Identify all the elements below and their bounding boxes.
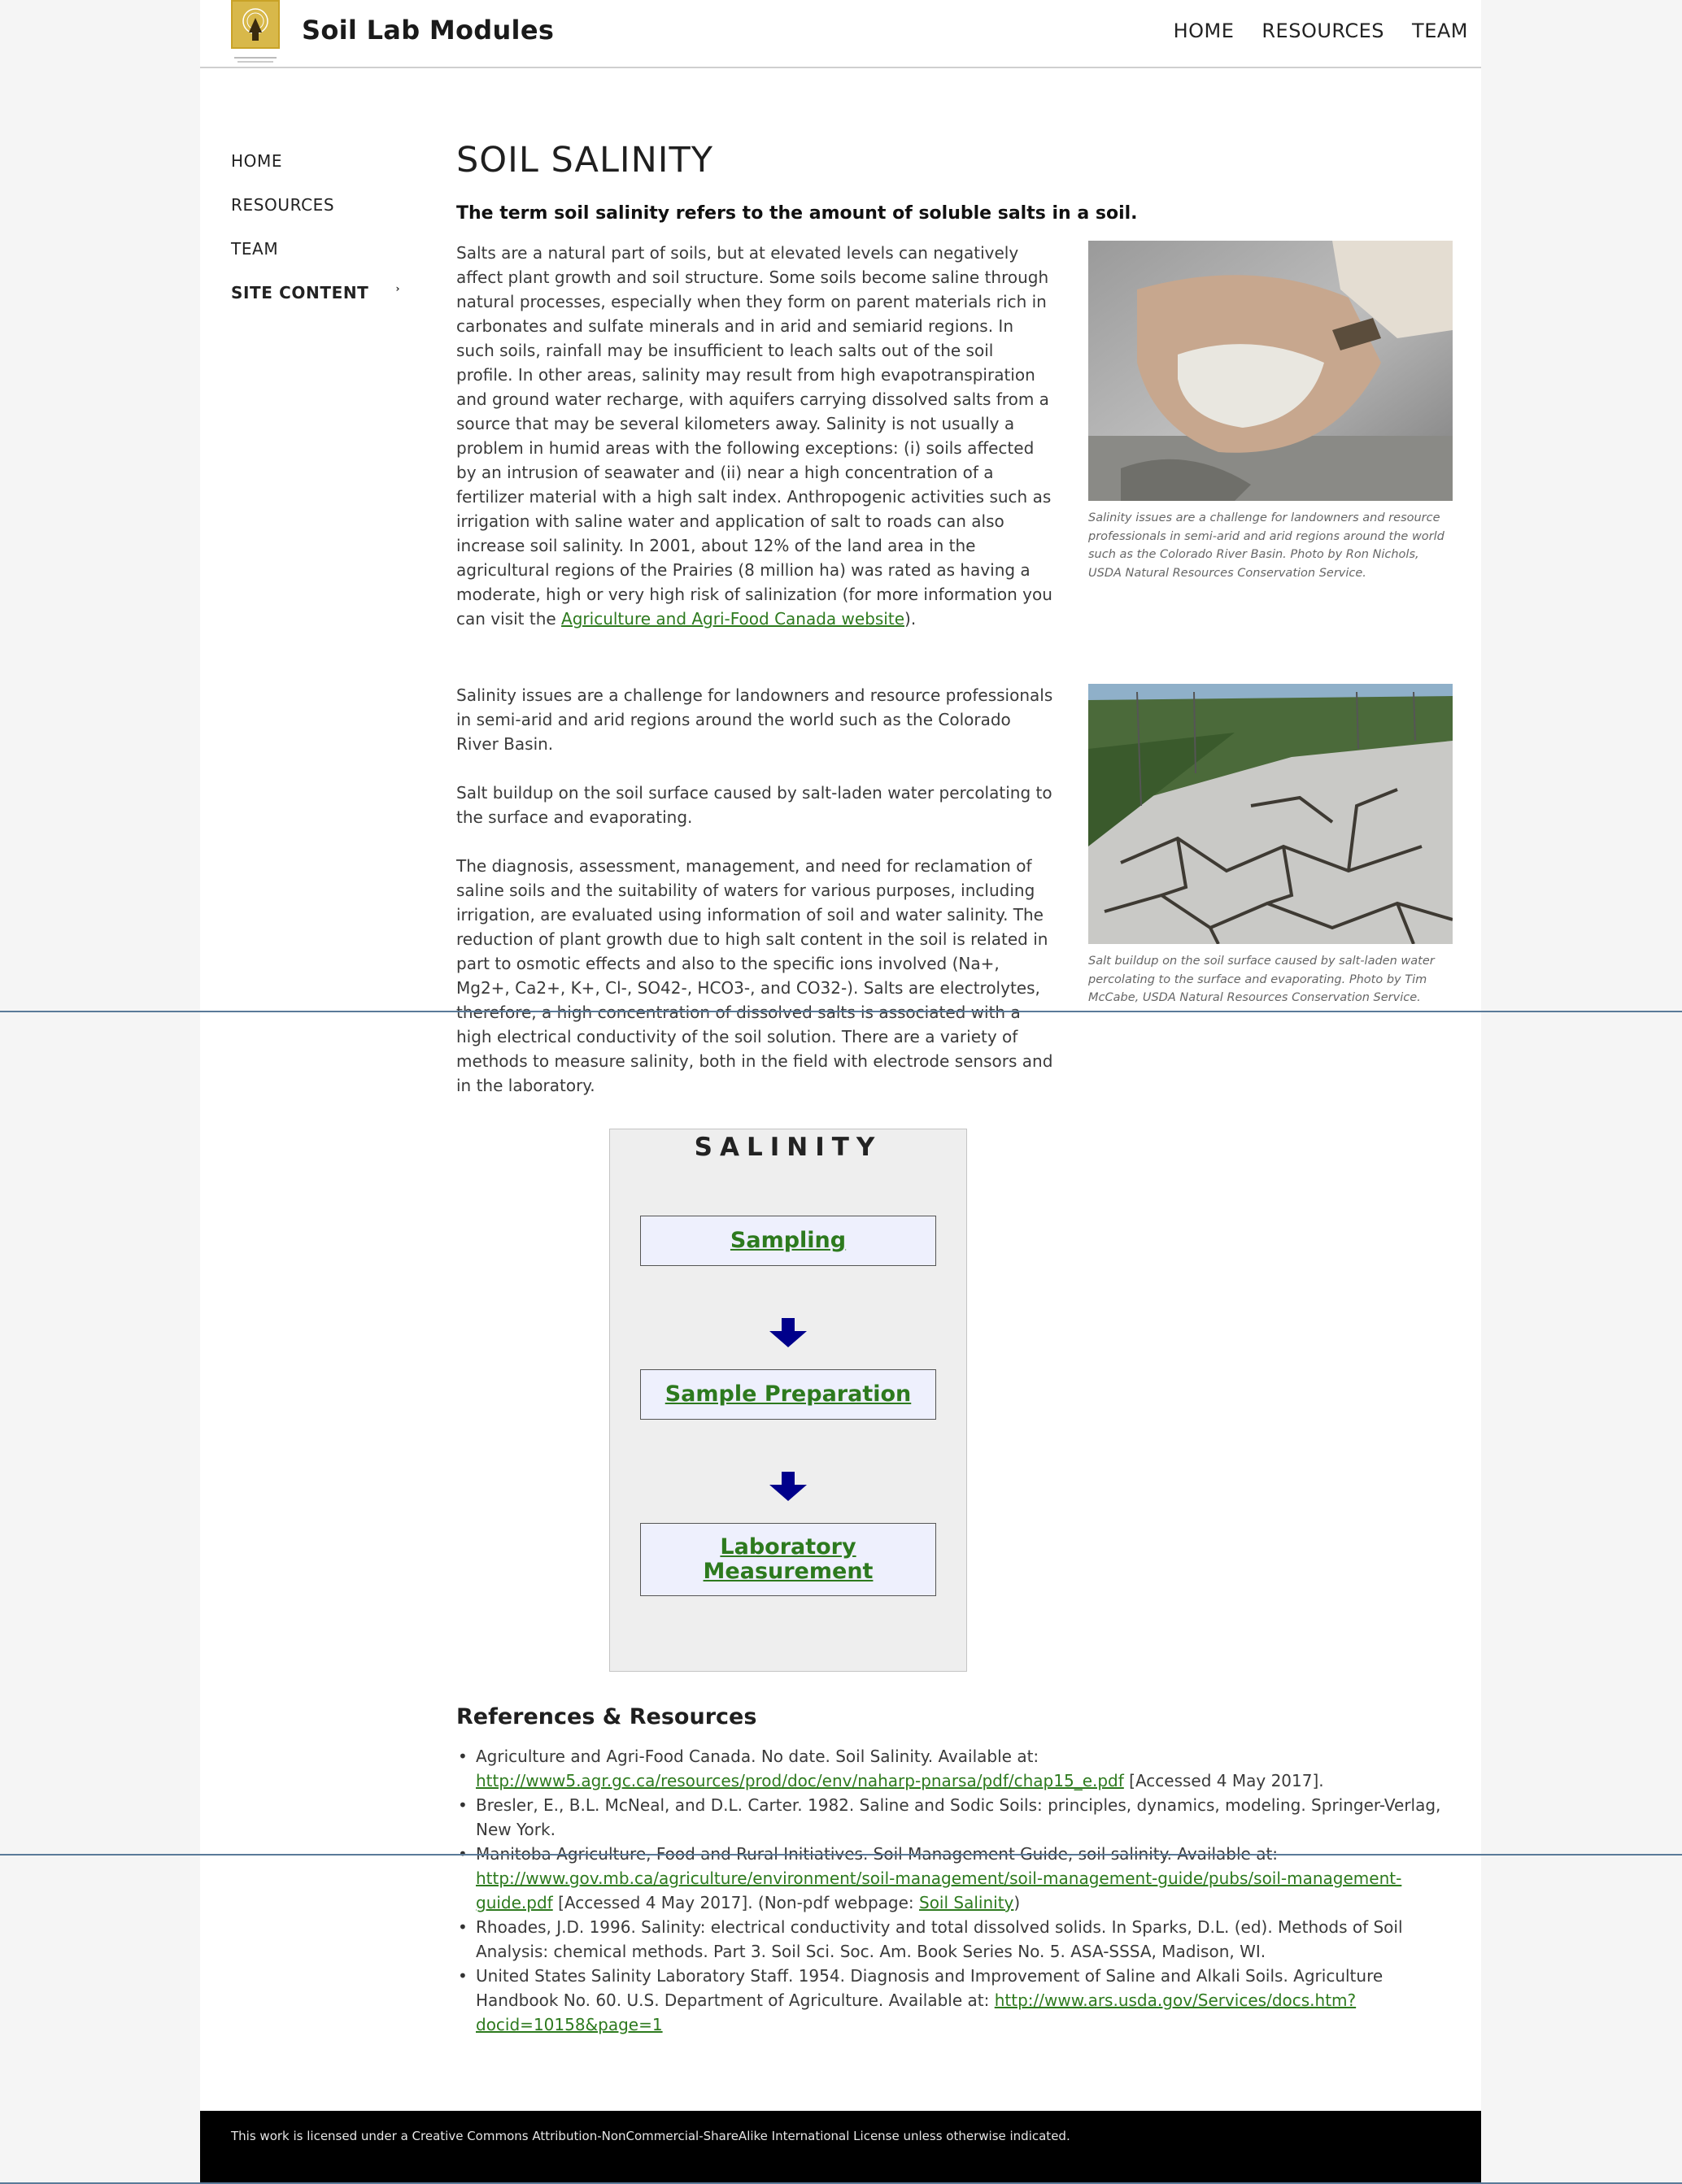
- arrow-down-icon: [769, 1472, 807, 1501]
- overlay-rule: [0, 1854, 1682, 1856]
- reference-text: Rhoades, J.D. 1996. Salinity: electrical…: [476, 1917, 1403, 1961]
- reference-text-end: [Accessed 4 May 2017].: [1123, 1771, 1324, 1790]
- paragraph-salt-buildup: Salt buildup on the soil surface caused …: [456, 783, 1052, 827]
- paragraph-diagnosis: The diagnosis, assessment, management, a…: [456, 856, 1053, 1095]
- reference-text-end: ): [1013, 1893, 1021, 1912]
- photo-hand-salt-soil: [1088, 241, 1453, 501]
- figure-caption: Salt buildup on the soil surface caused …: [1088, 955, 1435, 1004]
- caret-right-icon: ›: [395, 283, 400, 294]
- footer-license-text: This work is licensed under a Creative C…: [231, 2129, 1070, 2143]
- intro-text: Salts are a natural part of soils, but a…: [456, 243, 1052, 629]
- lead-sentence: The term soil salinity refers to the amo…: [456, 203, 1138, 224]
- flow-step-sampling-link[interactable]: Sampling: [640, 1216, 936, 1266]
- top-nav-team[interactable]: TEAM: [1412, 20, 1468, 42]
- top-nav-home[interactable]: HOME: [1174, 20, 1235, 42]
- sidebar-item-site-content[interactable]: SITE CONTENT ›: [231, 283, 410, 327]
- agri-food-canada-link[interactable]: Agriculture and Agri-Food Canada website: [561, 609, 904, 629]
- figure-caption: Salinity issues are a challenge for land…: [1088, 511, 1445, 580]
- intro-paragraph: Salts are a natural part of soils, but a…: [456, 241, 1054, 631]
- salinity-flow-diagram: SALINITY Sampling Sample Preparation Lab…: [609, 1129, 967, 1672]
- photo-cracked-salt-soil: [1088, 684, 1453, 944]
- reference-item: Rhoades, J.D. 1996. Salinity: electrical…: [456, 1915, 1449, 1964]
- top-nav-resources[interactable]: RESOURCES: [1262, 20, 1384, 42]
- reference-item: United States Salinity Laboratory Staff.…: [456, 1964, 1449, 2037]
- reference-item: Bresler, E., B.L. McNeal, and D.L. Carte…: [456, 1793, 1449, 1842]
- top-nav: HOME RESOURCES TEAM: [1174, 20, 1468, 42]
- reference-text-mid: [Accessed 4 May 2017]. (Non-pdf webpage:: [552, 1893, 919, 1912]
- flow-step-sample-preparation-link[interactable]: Sample Preparation: [640, 1369, 936, 1420]
- sidebar-nav: HOME RESOURCES TEAM SITE CONTENT ›: [231, 151, 410, 327]
- intro-end: ).: [904, 609, 917, 629]
- sidebar-item-home[interactable]: HOME: [231, 151, 410, 195]
- flow-step-laboratory-measurement-link[interactable]: Laboratory Measurement: [640, 1523, 936, 1596]
- site-footer: This work is licensed under a Creative C…: [200, 2111, 1481, 2184]
- overlay-rule: [0, 1011, 1682, 1012]
- reference-text: Agriculture and Agri-Food Canada. No dat…: [476, 1747, 1039, 1766]
- reference-link-soil-salinity[interactable]: Soil Salinity: [919, 1893, 1013, 1912]
- sidebar-item-team[interactable]: TEAM: [231, 239, 410, 283]
- arrow-down-icon: [769, 1318, 807, 1347]
- sidebar-item-resources[interactable]: RESOURCES: [231, 195, 410, 239]
- page-title: SOIL SALINITY: [456, 140, 713, 181]
- figure-cracked-soil: Salt buildup on the soil surface caused …: [1088, 684, 1453, 1007]
- site-title[interactable]: Soil Lab Modules: [302, 15, 554, 46]
- references-heading: References & Resources: [456, 1704, 757, 1729]
- flow-title: SALINITY: [694, 1133, 882, 1162]
- site-logo-icon[interactable]: [231, 0, 280, 67]
- reference-item: Agriculture and Agri-Food Canada. No dat…: [456, 1744, 1449, 1793]
- paragraph-salinity-issues: Salinity issues are a challenge for land…: [456, 685, 1053, 754]
- sidebar-item-label: SITE CONTENT: [231, 283, 369, 302]
- figure-hand-salt: Salinity issues are a challenge for land…: [1088, 241, 1453, 582]
- reference-text: Bresler, E., B.L. McNeal, and D.L. Carte…: [476, 1795, 1441, 1839]
- references-list: Agriculture and Agri-Food Canada. No dat…: [456, 1744, 1449, 2037]
- overlay-rule: [0, 2182, 1682, 2184]
- reference-link[interactable]: http://www5.agr.gc.ca/resources/prod/doc…: [476, 1771, 1124, 1790]
- reference-item: Manitoba Agriculture, Food and Rural Ini…: [456, 1842, 1449, 1915]
- site-header: Soil Lab Modules HOME RESOURCES TEAM: [200, 0, 1481, 68]
